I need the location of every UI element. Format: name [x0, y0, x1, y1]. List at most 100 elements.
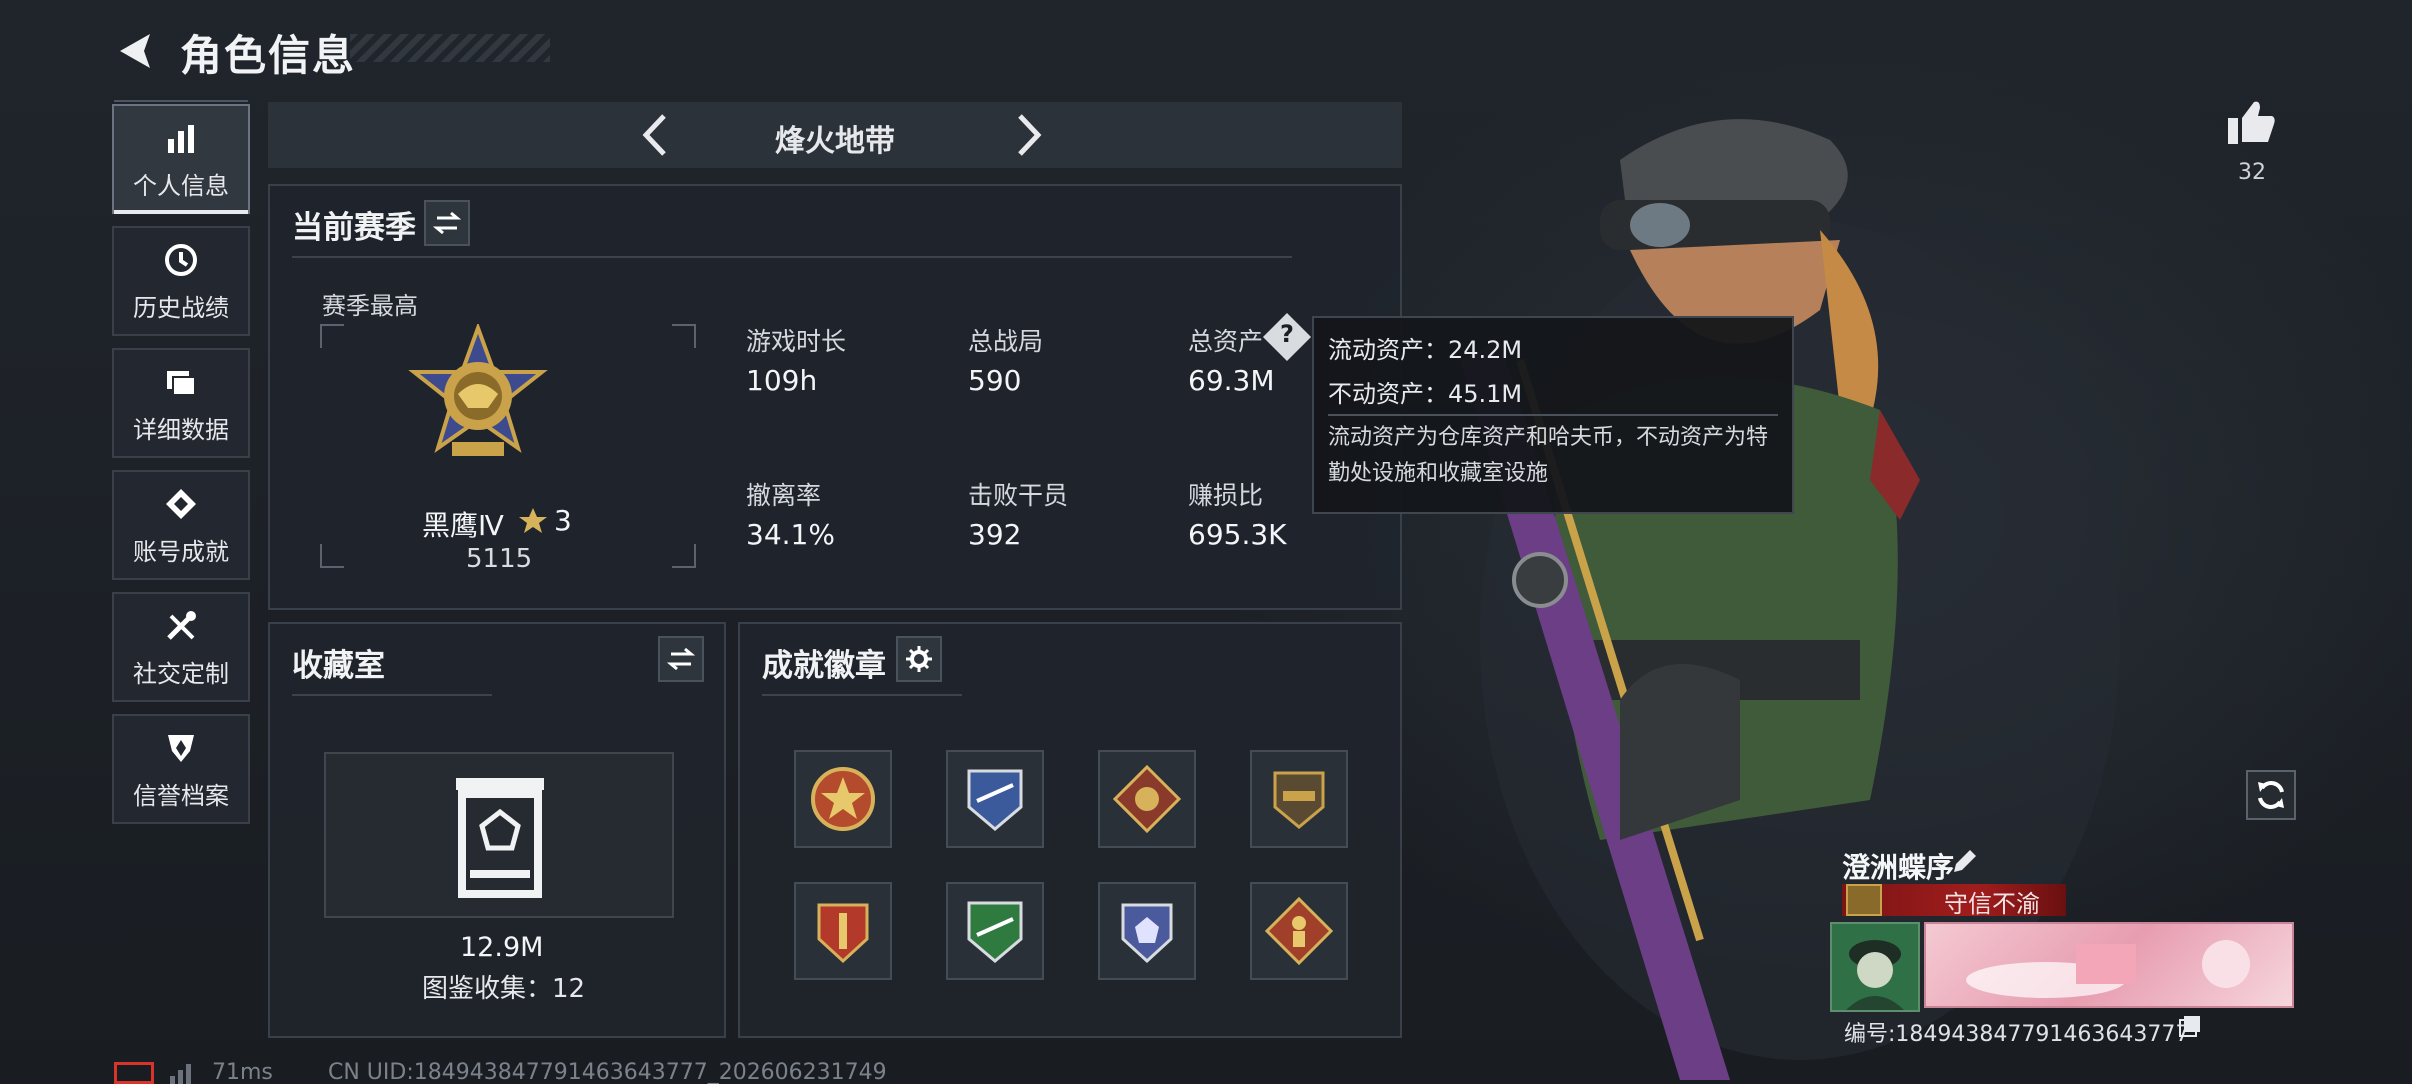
nav-item-reputation[interactable]: 信誉档案: [112, 714, 250, 824]
stat-value: 392: [968, 518, 1022, 551]
collection-room-icon: [456, 778, 544, 898]
stat-label: 总资产: [1188, 327, 1264, 356]
divider: [292, 694, 492, 696]
nav-label: 社交定制: [133, 659, 229, 688]
tools-icon: [161, 606, 201, 646]
achievement-badge[interactable]: [794, 882, 892, 980]
avatar[interactable]: [1830, 922, 1920, 1012]
season-panel: 当前赛季 赛季最高 黑鹰Ⅳ 3 5115 游戏时长 109h 总战局 590 总…: [268, 184, 1402, 610]
plane-emblem-icon: [967, 901, 1023, 963]
rank-stars: 3: [554, 504, 572, 537]
nav-item-account-achievement[interactable]: 账号成就: [112, 470, 250, 580]
gear-icon: [906, 646, 932, 672]
stat-label: 赚损比: [1188, 481, 1264, 510]
stat-value: 34.1%: [746, 518, 835, 551]
nav-label: 信誉档案: [133, 781, 229, 810]
nav-item-detail-data[interactable]: 详细数据: [112, 348, 250, 458]
help-icon-glyph: ?: [1280, 320, 1294, 348]
refresh-icon: [2258, 781, 2284, 809]
achievement-badge[interactable]: [794, 750, 892, 848]
thumbs-up-icon: [2228, 101, 2275, 144]
mode-title: 烽火地带: [775, 124, 895, 159]
stat-value: 695.3K: [1188, 518, 1287, 551]
reputation-tag-icon: [1846, 884, 1882, 916]
stat-value: 590: [968, 364, 1022, 397]
gem-emblem-icon: [1121, 903, 1173, 964]
rotate-character-button[interactable]: [2246, 770, 2296, 820]
reputation-tag-label: 守信不渝: [1944, 890, 2040, 918]
dragon-emblem-icon: [1112, 764, 1182, 834]
pencil-icon: [1954, 850, 1976, 872]
nav-item-social-custom[interactable]: 社交定制: [112, 592, 250, 702]
nav-label: 个人信息: [133, 171, 229, 200]
achievement-badge[interactable]: [946, 882, 1044, 980]
stat-label: 撤离率: [746, 481, 822, 510]
namecard-art: [1966, 940, 2250, 998]
folder-icon: [161, 362, 201, 402]
edit-name-button[interactable]: [1950, 848, 1980, 878]
corner-bracket: [672, 324, 696, 348]
collection-title: 收藏室: [292, 648, 385, 684]
achievement-badge[interactable]: [946, 750, 1044, 848]
copy-icon: [2179, 1016, 2200, 1037]
corner-bracket: [672, 544, 696, 568]
divider: [762, 694, 962, 696]
bar-chart-icon: [161, 118, 201, 158]
star-icon: [519, 508, 547, 533]
stat-label: 总战局: [968, 327, 1044, 356]
divider: [292, 256, 1292, 258]
achievement-badge[interactable]: [1250, 750, 1348, 848]
stat-value: 109h: [746, 364, 818, 397]
history-icon: [161, 240, 201, 280]
nav-item-history[interactable]: 历史战绩: [112, 226, 250, 336]
liquid-assets: 流动资产：24.2M: [1328, 336, 1523, 364]
sword-emblem-icon: [817, 903, 869, 964]
mode-switch-bar: 烽火地带: [268, 102, 1402, 168]
avatar-portrait: [1832, 924, 1918, 1010]
season-title: 当前赛季: [292, 210, 416, 246]
fixed-assets: 不动资产：45.1M: [1328, 380, 1523, 408]
achievement-icon: [161, 484, 201, 524]
title-decoration: [350, 34, 550, 62]
ping-text: 71ms: [212, 1060, 273, 1084]
page-title: 角色信息: [180, 31, 357, 80]
corner-bracket: [320, 324, 344, 348]
achievement-title: 成就徽章: [762, 648, 886, 684]
helicopter-emblem-icon: [1273, 771, 1325, 829]
stat-label: 击败干员: [968, 481, 1069, 510]
back-button[interactable]: [112, 28, 158, 74]
chevron-right-icon: [1018, 114, 1042, 156]
achievement-badge[interactable]: [1250, 882, 1348, 980]
stat-value: 69.3M: [1188, 364, 1275, 397]
swap-icon: [667, 647, 695, 671]
battery-icon: [114, 1062, 154, 1084]
assets-tooltip: 流动资产：24.2M 不动资产：45.1M 流动资产为仓库资产和哈夫币，不动资产…: [1312, 316, 1794, 514]
rank-emblem-icon: [408, 324, 548, 456]
stat-label: 游戏时长: [746, 327, 847, 356]
achievement-panel: 成就徽章: [738, 622, 1402, 1038]
next-mode-button[interactable]: [1002, 110, 1052, 160]
season-switch-button[interactable]: [424, 200, 470, 246]
nav-label: 账号成就: [133, 537, 229, 566]
tooltip-description: 流动资产为仓库资产和哈夫币，不动资产为特勤处设施和收藏室设施: [1328, 425, 1769, 486]
player-name: 澄洲蝶序: [1842, 851, 1955, 884]
achievement-badge[interactable]: [1098, 882, 1196, 980]
namecard-banner[interactable]: [1924, 922, 2294, 1008]
collection-switch-button[interactable]: [658, 636, 704, 682]
star-emblem-icon: [811, 767, 875, 831]
like-button[interactable]: [2226, 98, 2284, 150]
player-id: 编号:1849438477914636437​77: [1844, 1022, 2190, 1047]
swap-icon: [433, 211, 461, 235]
footer-uid: CN UID:184943847791463643777_20260623174…: [328, 1060, 887, 1084]
collection-value: 12.9M: [460, 932, 544, 963]
rank-score: 5115: [466, 544, 533, 574]
nav-label: 历史战绩: [133, 293, 229, 322]
shield-icon: [161, 728, 201, 768]
nav-item-personal-info[interactable]: 个人信息: [112, 100, 250, 214]
copy-id-button[interactable]: [2178, 1014, 2202, 1038]
corner-bracket: [320, 544, 344, 568]
signal-icon: [170, 1064, 191, 1084]
runner-emblem-icon: [1264, 896, 1334, 966]
achievement-badge[interactable]: [1098, 750, 1196, 848]
achievement-settings-button[interactable]: [896, 636, 942, 682]
